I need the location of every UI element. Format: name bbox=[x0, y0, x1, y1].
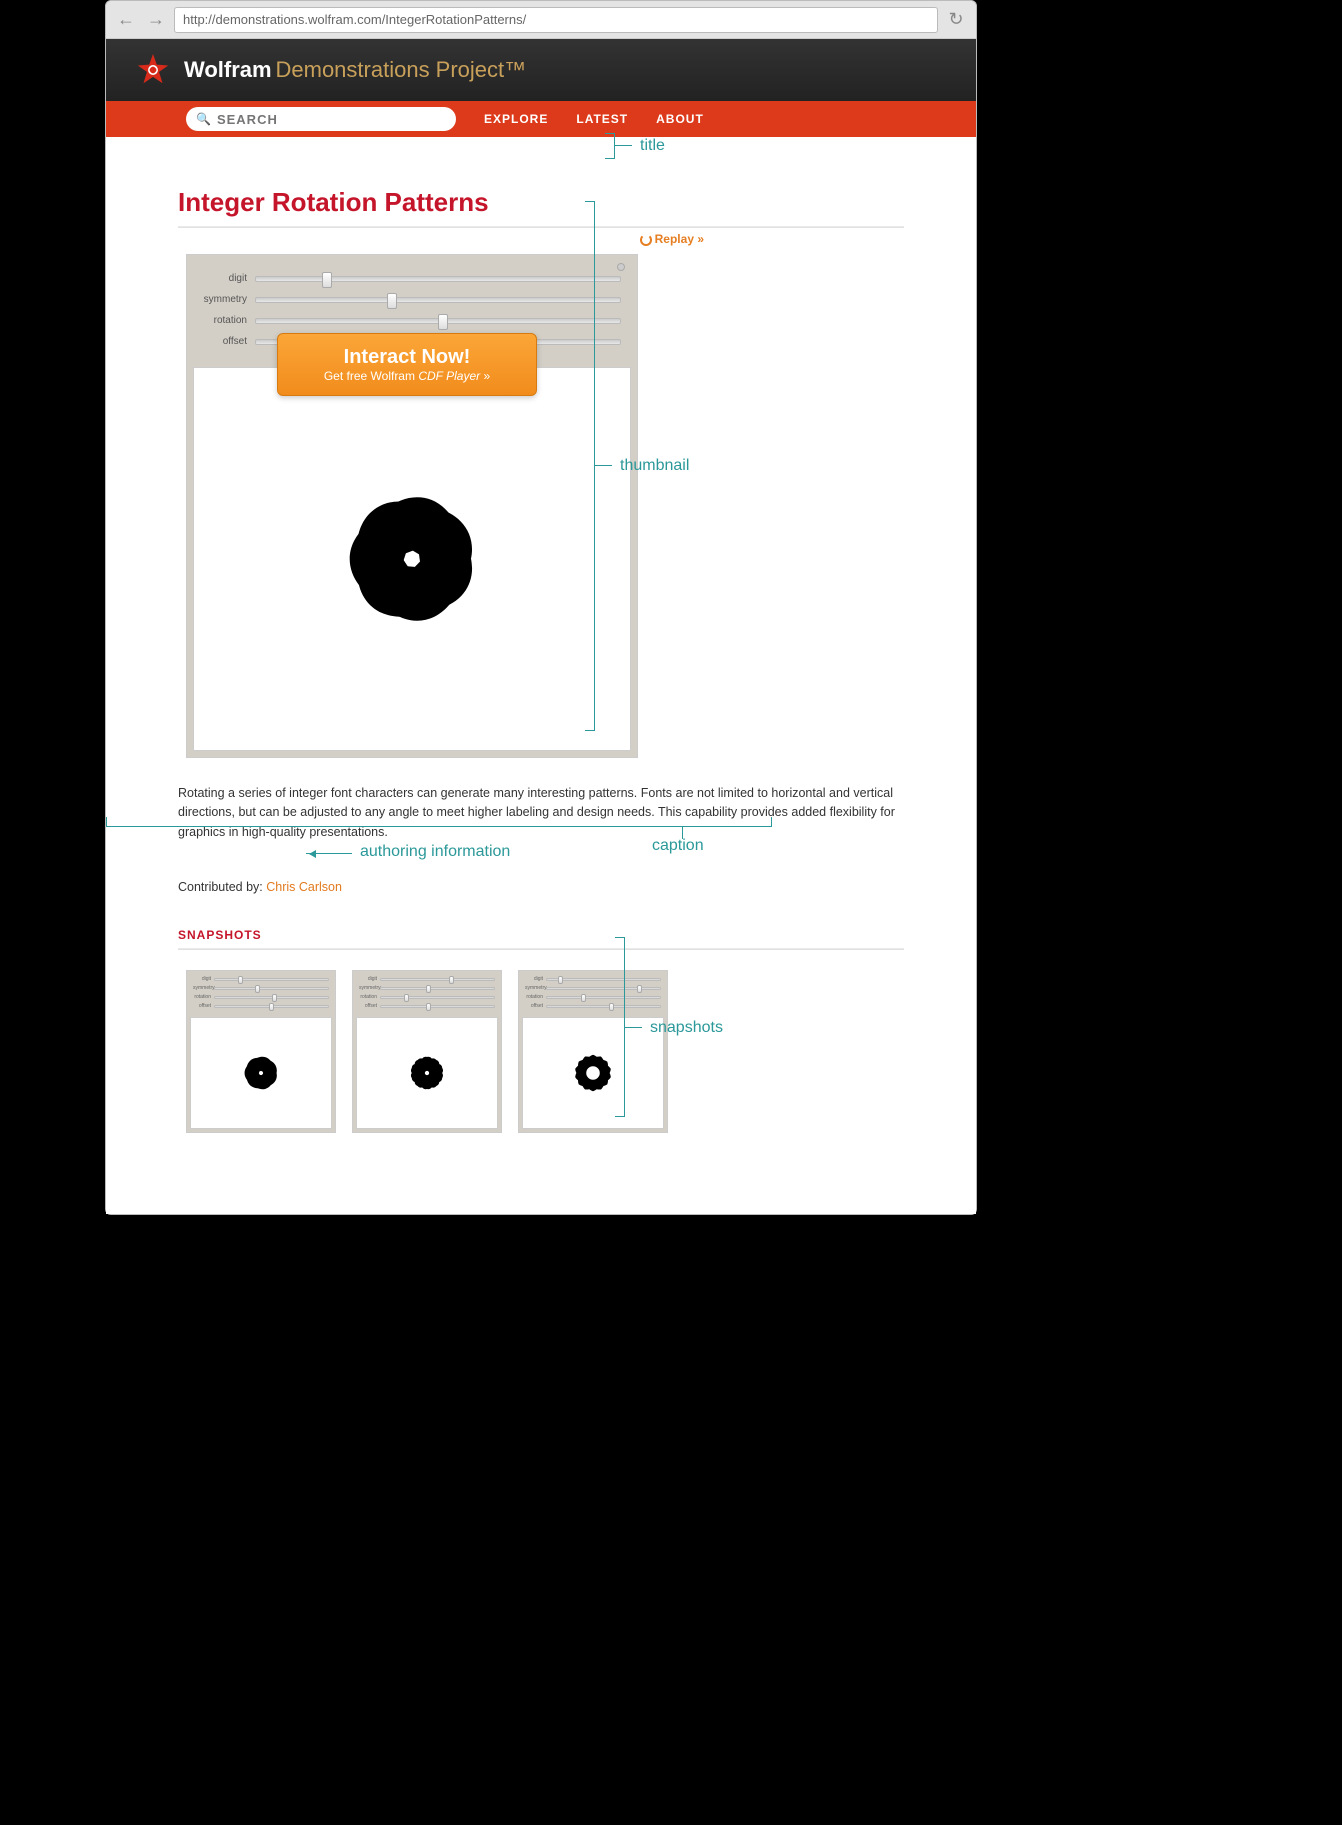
annotation-tick bbox=[614, 145, 632, 146]
cta-button[interactable]: Interact Now! Get free Wolfram CDF Playe… bbox=[277, 333, 537, 396]
viewport: Wolfram Demonstrations Project™ 🔍 EXPLOR… bbox=[106, 39, 976, 1214]
slider-label: symmetry bbox=[203, 294, 247, 305]
cta-title: Interact Now! bbox=[286, 346, 528, 369]
slider-track[interactable] bbox=[255, 297, 621, 303]
snapshot-2[interactable]: digit symmetry rotation offset bbox=[352, 970, 502, 1133]
annotation-title: title bbox=[640, 137, 665, 155]
nav-bar: 🔍 EXPLORE LATEST ABOUT bbox=[106, 101, 976, 137]
annotation-arrow bbox=[306, 853, 352, 854]
browser-window: ← → ↻ Wolfram Demonstrations Project™ bbox=[105, 0, 977, 1215]
slider-label: offset bbox=[203, 336, 247, 347]
output-area bbox=[193, 367, 631, 751]
replay-label: Replay » bbox=[655, 232, 704, 246]
brand-text: Wolfram Demonstrations Project™ bbox=[184, 57, 526, 83]
page-title: Integer Rotation Patterns bbox=[178, 187, 904, 218]
replay-icon bbox=[640, 234, 652, 246]
slider-label: rotation bbox=[203, 315, 247, 326]
slider-rotation[interactable]: rotation bbox=[203, 315, 621, 326]
browser-toolbar: ← → ↻ bbox=[106, 1, 976, 39]
replay-link[interactable]: Replay » bbox=[178, 232, 704, 246]
nav-explore[interactable]: EXPLORE bbox=[484, 112, 548, 126]
search-input[interactable] bbox=[217, 112, 446, 127]
animation-marker-icon[interactable] bbox=[617, 263, 625, 271]
nav-about[interactable]: ABOUT bbox=[656, 112, 704, 126]
slider-symmetry[interactable]: symmetry bbox=[203, 294, 621, 305]
contributor-label: Contributed by: bbox=[178, 880, 266, 894]
controls-area: digit symmetry rotation offset bbox=[187, 255, 637, 367]
contributor-link[interactable]: Chris Carlson bbox=[266, 880, 342, 894]
wolfram-logo-icon bbox=[134, 51, 172, 89]
annotation-tick bbox=[682, 827, 683, 839]
manipulate-panel: digit symmetry rotation offset bbox=[186, 254, 638, 758]
cta-subtitle: Get free Wolfram CDF Player » bbox=[286, 369, 528, 383]
forward-button[interactable]: → bbox=[144, 8, 168, 32]
slider-digit[interactable]: digit bbox=[203, 273, 621, 284]
reload-button[interactable]: ↻ bbox=[944, 8, 968, 32]
brand-demonstrations: Demonstrations Project bbox=[276, 57, 505, 82]
snapshots-heading: SNAPSHOTS bbox=[178, 928, 904, 942]
slider-track[interactable] bbox=[255, 318, 621, 324]
back-button[interactable]: ← bbox=[114, 8, 138, 32]
slider-track[interactable] bbox=[255, 276, 621, 282]
annotation-bracket bbox=[614, 133, 615, 159]
brand-wolfram: Wolfram bbox=[184, 57, 272, 82]
slider-label: digit bbox=[203, 273, 247, 284]
nav-latest[interactable]: LATEST bbox=[576, 112, 628, 126]
divider bbox=[178, 226, 904, 228]
search-box[interactable]: 🔍 bbox=[186, 107, 456, 131]
caption-text: Rotating a series of integer font charac… bbox=[178, 784, 896, 842]
snapshot-3[interactable]: digit symmetry rotation offset bbox=[518, 970, 668, 1133]
annotation-authoring: authoring information bbox=[360, 843, 510, 861]
divider bbox=[178, 948, 904, 950]
pattern-graphic bbox=[282, 429, 542, 689]
url-bar[interactable] bbox=[174, 7, 938, 33]
snapshots-row: digit symmetry rotation offset digit sym… bbox=[186, 970, 904, 1133]
snapshot-1[interactable]: digit symmetry rotation offset bbox=[186, 970, 336, 1133]
search-icon: 🔍 bbox=[196, 112, 211, 126]
contributor-line: Contributed by: Chris Carlson bbox=[178, 880, 904, 894]
brand-tm: ™ bbox=[504, 57, 526, 82]
site-header: Wolfram Demonstrations Project™ bbox=[106, 39, 976, 101]
